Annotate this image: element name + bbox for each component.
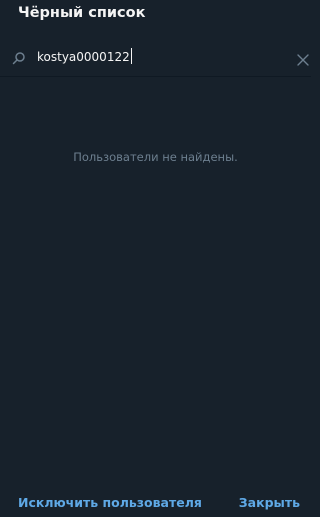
close-icon[interactable] — [297, 51, 309, 66]
unblock-user-button[interactable]: Исключить пользователя — [18, 495, 202, 510]
search-input-value: kostya0000122 — [37, 50, 130, 64]
empty-state-message: Пользователи не найдены. — [73, 150, 238, 164]
search-bar: kostya0000122 — [0, 40, 311, 76]
close-button[interactable]: Закрыть — [239, 495, 300, 510]
search-icon — [12, 50, 26, 65]
divider — [0, 76, 311, 77]
dialog-title: Чёрный список — [18, 5, 146, 21]
search-input[interactable]: kostya0000122 — [37, 48, 132, 66]
blocklist-dialog: Чёрный список kostya0000122 Пользователи… — [0, 0, 311, 517]
text-caret — [130, 48, 132, 64]
